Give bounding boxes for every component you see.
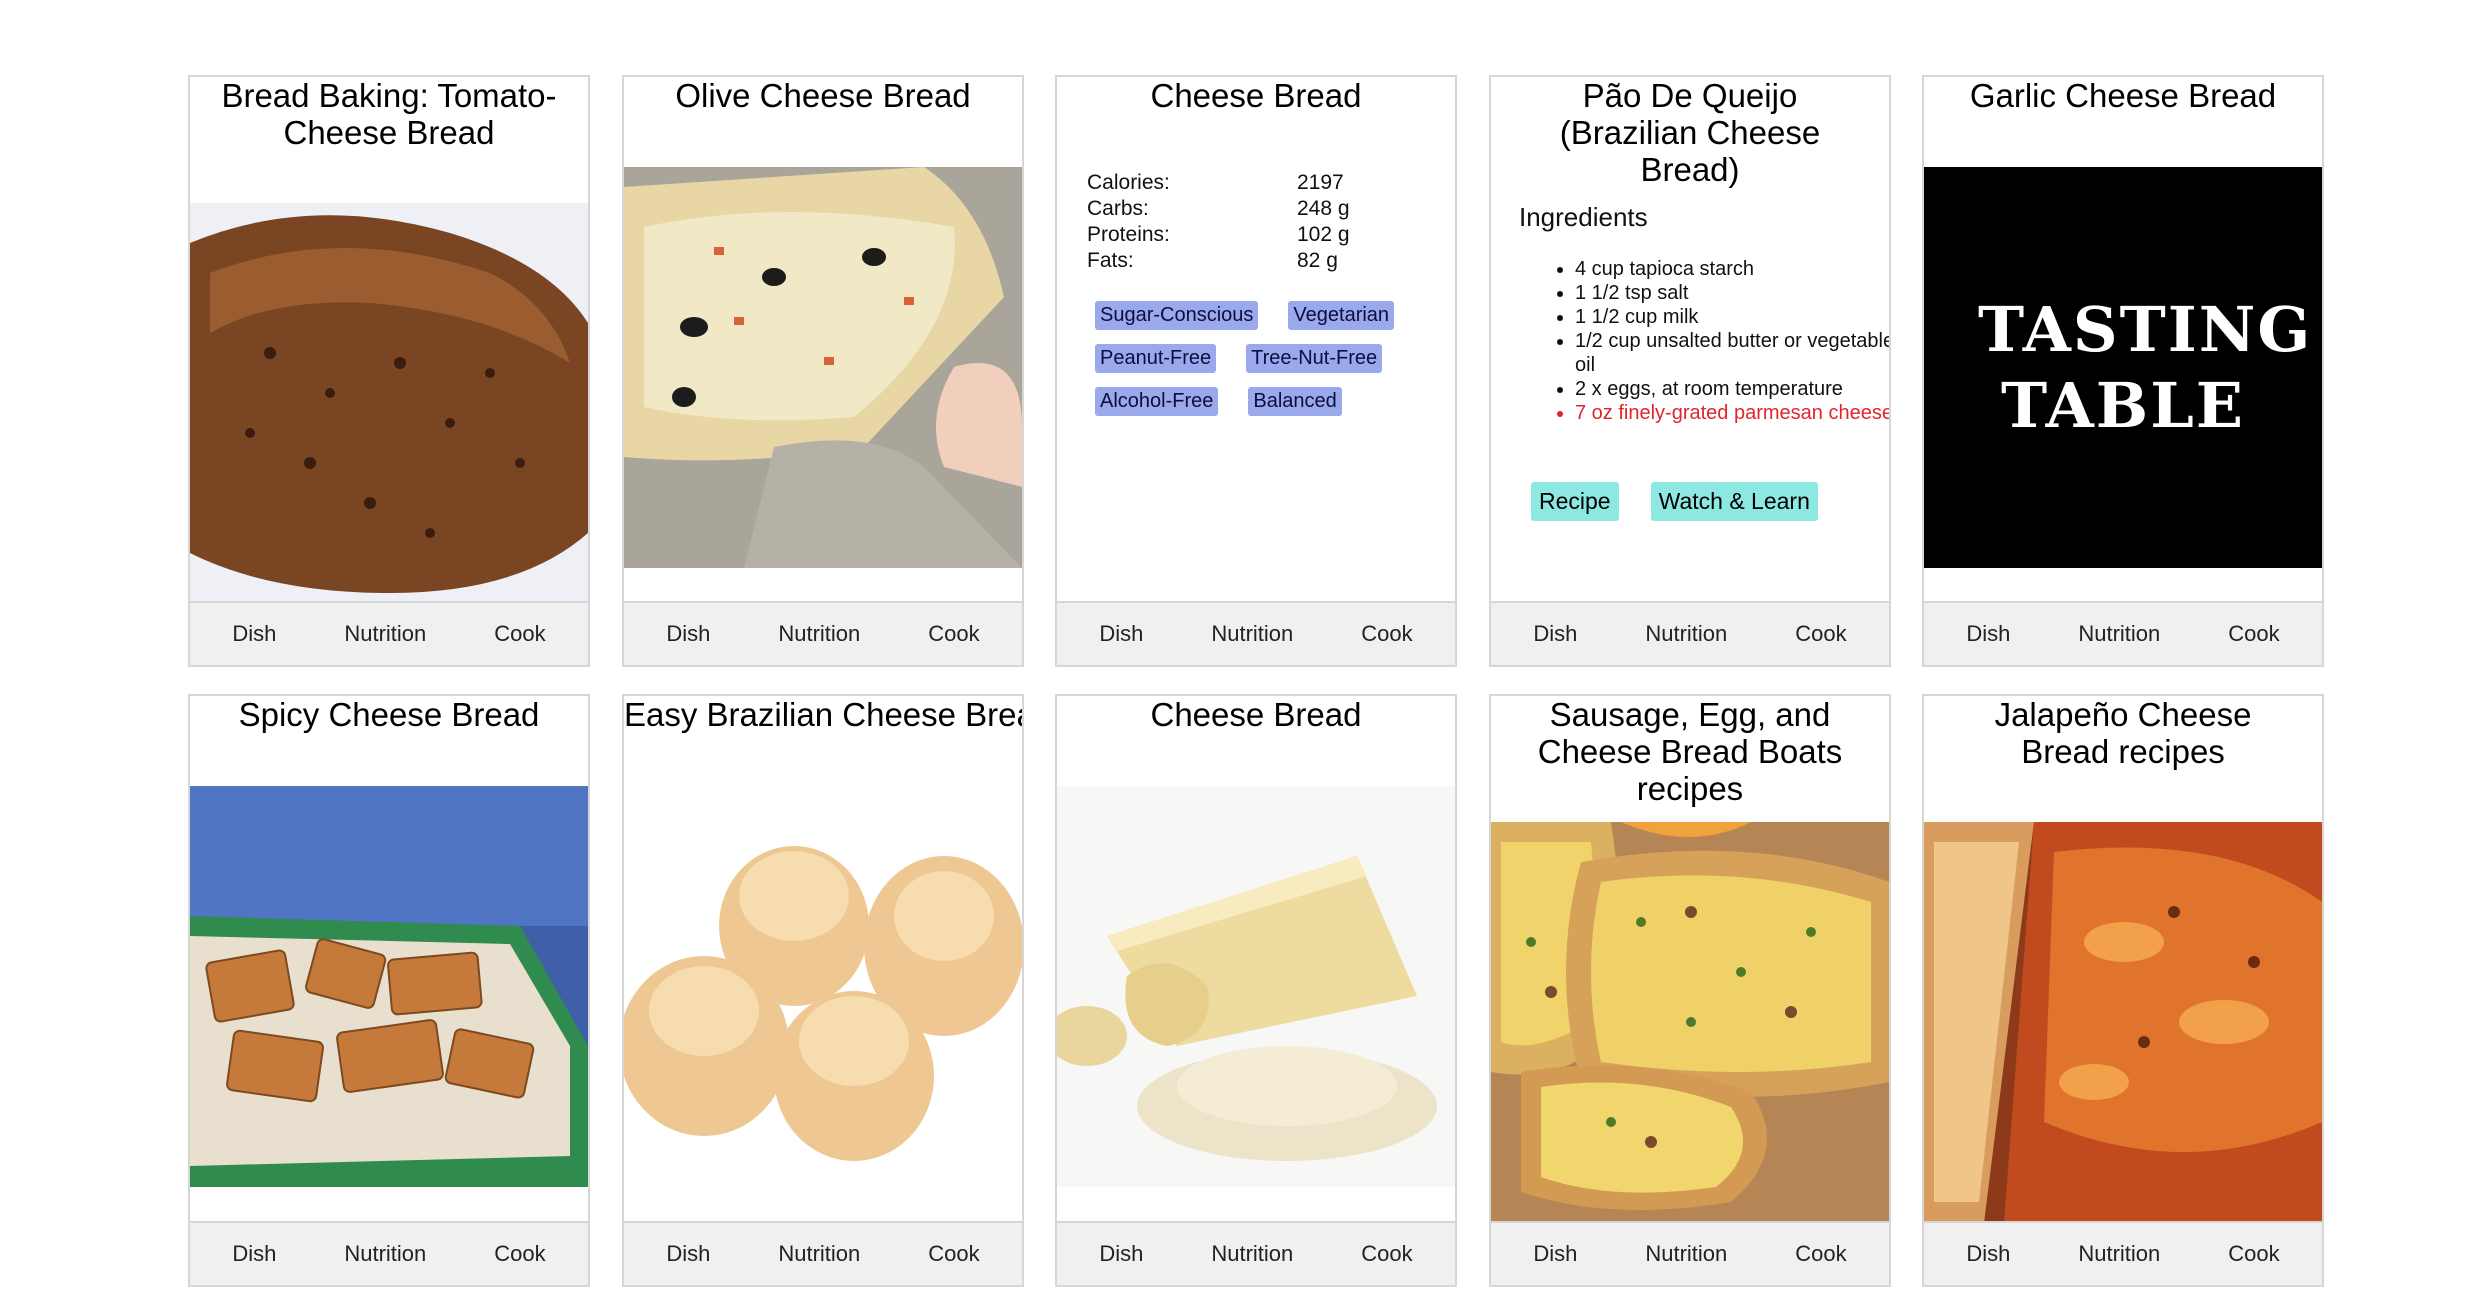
card-title: Sausage, Egg, and Cheese Bread Boats rec… (1537, 696, 1843, 807)
card-title: Easy Brazilian Cheese Bread (624, 696, 1024, 733)
tab-nutrition[interactable]: Nutrition (778, 1241, 860, 1267)
ingredient-item-highlighted: 7 oz finely-grated parmesan cheese (1575, 401, 1889, 425)
card-footer-tabs: Dish Nutrition Cook (1491, 1221, 1889, 1285)
card-footer-tabs: Dish Nutrition Cook (624, 601, 1022, 665)
bread-photo (624, 786, 1022, 1187)
tab-dish[interactable]: Dish (1099, 621, 1143, 647)
ingredient-item: 1 1/2 cup milk (1575, 305, 1889, 329)
card-title: Spicy Cheese Bread (238, 696, 540, 733)
recipe-card: Pão De Queijo (Brazilian Cheese Bread) I… (1489, 75, 1891, 667)
tab-nutrition[interactable]: Nutrition (2078, 1241, 2160, 1267)
tab-dish[interactable]: Dish (232, 1241, 276, 1267)
tab-cook[interactable]: Cook (2228, 1241, 2279, 1267)
nutrition-label: Proteins: (1087, 223, 1170, 246)
card-footer-tabs: Dish Nutrition Cook (190, 601, 588, 665)
card-title: Garlic Cheese Bread (1969, 77, 2277, 114)
bread-photo (190, 203, 588, 604)
tab-nutrition[interactable]: Nutrition (344, 621, 426, 647)
tab-dish[interactable]: Dish (666, 621, 710, 647)
recipe-card: Spicy Cheese Bread Dish Nutrition Cook (188, 694, 590, 1287)
bread-photo (1491, 822, 1889, 1223)
card-title: Cheese Bread (1150, 696, 1362, 733)
nutrition-label: Carbs: (1087, 197, 1149, 220)
tab-nutrition[interactable]: Nutrition (2078, 621, 2160, 647)
nutrition-table: Calories: 2197 Carbs: 248 g Proteins: 102 g… (1087, 170, 1350, 274)
tab-cook[interactable]: Cook (928, 621, 979, 647)
tab-dish[interactable]: Dish (232, 621, 276, 647)
nutrition-value: 248 g (1297, 197, 1350, 220)
card-title: Pão De Queijo (Brazilian Cheese Bread) (1559, 77, 1821, 188)
recipe-card: Easy Brazilian Cheese Bread Dish Nutriti… (622, 694, 1024, 1287)
tab-nutrition[interactable]: Nutrition (344, 1241, 426, 1267)
bread-photo (1924, 822, 2322, 1223)
diet-tag: Balanced (1248, 387, 1342, 416)
card-footer-tabs: Dish Nutrition Cook (1924, 1221, 2322, 1285)
card-footer-tabs: Dish Nutrition Cook (1057, 1221, 1455, 1285)
watch-learn-button[interactable]: Watch & Learn (1650, 482, 1818, 521)
ingredient-item: 1/2 cup unsalted butter or vegetable oil (1575, 329, 1889, 377)
recipe-card: Cheese Bread Calories: 2197 Carbs: 248 g P… (1055, 75, 1457, 667)
tab-nutrition[interactable]: Nutrition (1211, 621, 1293, 647)
ingredient-item: 2 x eggs, at room temperature (1575, 377, 1889, 401)
tab-cook[interactable]: Cook (2228, 621, 2279, 647)
diet-tag: Tree-Nut-Free (1246, 344, 1383, 373)
tab-cook[interactable]: Cook (1361, 621, 1412, 647)
tab-cook[interactable]: Cook (494, 1241, 545, 1267)
tab-nutrition[interactable]: Nutrition (1211, 1241, 1293, 1267)
card-title: Jalapeño Cheese Bread recipes (1994, 696, 2252, 770)
nutrition-label: Calories: (1087, 171, 1170, 194)
recipe-card: Olive Cheese Bread Dish Nutrition Cook (622, 75, 1024, 667)
tab-nutrition[interactable]: Nutrition (778, 621, 860, 647)
ingredients-list: 4 cup tapioca starch 1 1/2 tsp salt 1 1/… (1519, 257, 1889, 425)
card-title: Olive Cheese Bread (675, 77, 971, 114)
cheese-photo (1057, 786, 1455, 1187)
ingredients-heading: Ingredients (1519, 202, 1648, 232)
recipe-card: Garlic Cheese Bread TASTING TABLE Dish N… (1922, 75, 2324, 667)
recipe-buttons: Recipe Watch & Learn (1531, 482, 1818, 521)
card-footer-tabs: Dish Nutrition Cook (1057, 601, 1455, 665)
card-title: Cheese Bread (1150, 77, 1362, 114)
diet-tag: Vegetarian (1288, 301, 1395, 330)
recipe-card: Bread Baking: Tomato-Cheese Bread Dish N… (188, 75, 590, 667)
tab-dish[interactable]: Dish (1099, 1241, 1143, 1267)
card-footer-tabs: Dish Nutrition Cook (624, 1221, 1022, 1285)
tab-cook[interactable]: Cook (1795, 1241, 1846, 1267)
tab-nutrition[interactable]: Nutrition (1645, 1241, 1727, 1267)
recipe-card: Sausage, Egg, and Cheese Bread Boats rec… (1489, 694, 1891, 1287)
nutrition-label: Fats: (1087, 249, 1134, 272)
tab-cook[interactable]: Cook (1795, 621, 1846, 647)
bread-photo (624, 167, 1022, 568)
tab-cook[interactable]: Cook (494, 621, 545, 647)
diet-tag: Sugar-Conscious (1095, 301, 1259, 330)
logo-text: TASTING TABLE (1978, 292, 2313, 442)
nutrition-value: 102 g (1297, 223, 1350, 246)
tasting-table-logo: TASTING TABLE (1924, 167, 2322, 568)
nutrition-value: 82 g (1297, 249, 1338, 272)
nutrition-value: 2197 (1297, 171, 1344, 194)
card-footer-tabs: Dish Nutrition Cook (1924, 601, 2322, 665)
card-title: Bread Baking: Tomato-Cheese Bread (221, 77, 557, 151)
diet-tags: Sugar-Conscious Vegetarian Peanut-Free T… (1095, 301, 1435, 416)
tab-dish[interactable]: Dish (1966, 621, 2010, 647)
tab-cook[interactable]: Cook (1361, 1241, 1412, 1267)
tab-cook[interactable]: Cook (928, 1241, 979, 1267)
ingredient-item: 4 cup tapioca starch (1575, 257, 1889, 281)
recipe-card: Jalapeño Cheese Bread recipes Dish Nutri… (1922, 694, 2324, 1287)
tab-dish[interactable]: Dish (1966, 1241, 2010, 1267)
diet-tag: Peanut-Free (1095, 344, 1217, 373)
tab-dish[interactable]: Dish (1533, 621, 1577, 647)
tab-dish[interactable]: Dish (666, 1241, 710, 1267)
card-footer-tabs: Dish Nutrition Cook (190, 1221, 588, 1285)
diet-tag: Alcohol-Free (1095, 387, 1219, 416)
tab-dish[interactable]: Dish (1533, 1241, 1577, 1267)
recipe-card: Cheese Bread Dish Nutrition Cook (1055, 694, 1457, 1287)
bread-photo (190, 786, 588, 1187)
tab-nutrition[interactable]: Nutrition (1645, 621, 1727, 647)
card-footer-tabs: Dish Nutrition Cook (1491, 601, 1889, 665)
ingredient-item: 1 1/2 tsp salt (1575, 281, 1889, 305)
recipe-button[interactable]: Recipe (1531, 482, 1619, 521)
